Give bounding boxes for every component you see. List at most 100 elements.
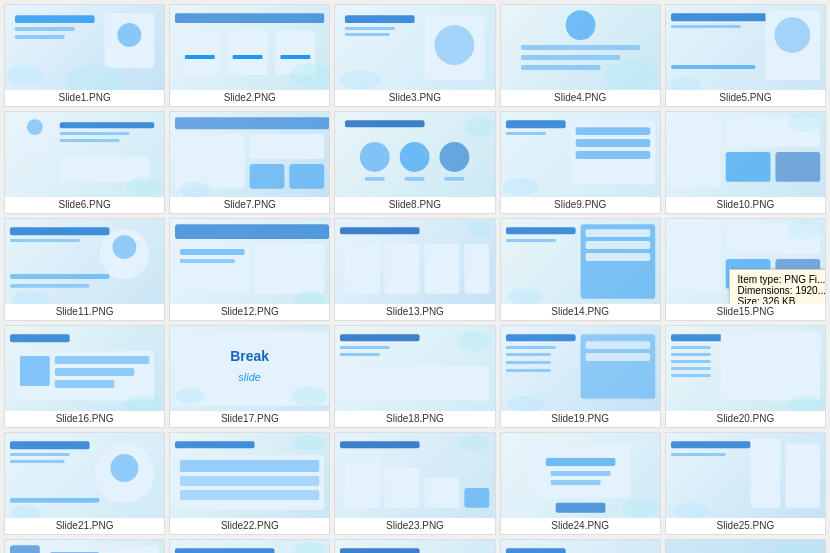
svg-rect-155 — [671, 441, 751, 448]
slide-item-26[interactable]: Slide26.PNG — [4, 539, 165, 553]
slide-item-18[interactable]: Slide18.PNG — [334, 325, 495, 428]
svg-point-25 — [605, 60, 655, 90]
svg-text:Break: Break — [230, 348, 269, 364]
slide-thumb-22 — [170, 433, 329, 518]
svg-point-170 — [295, 542, 325, 553]
slide-item-14[interactable]: Slide14.PNG — [500, 218, 661, 321]
svg-rect-72 — [175, 224, 329, 239]
slide-thumb-16 — [5, 326, 164, 411]
svg-rect-9 — [228, 30, 268, 75]
svg-point-148 — [460, 435, 490, 451]
svg-rect-149 — [530, 443, 630, 498]
slide-item-29[interactable]: Slide29.PNG — [500, 539, 661, 553]
svg-rect-36 — [60, 139, 120, 142]
slide-item-9[interactable]: Slide9.PNG — [500, 111, 661, 214]
slide-item-27[interactable]: Slide27.PNG — [169, 539, 330, 553]
svg-rect-117 — [506, 369, 551, 372]
svg-point-68 — [112, 235, 136, 259]
svg-point-154 — [622, 498, 658, 518]
svg-rect-76 — [180, 259, 235, 263]
svg-rect-110 — [340, 353, 380, 356]
svg-rect-50 — [405, 177, 425, 181]
svg-rect-43 — [290, 164, 325, 189]
svg-rect-147 — [465, 488, 490, 508]
slide-item-25[interactable]: Slide25.PNG — [665, 432, 826, 535]
slide-item-17[interactable]: BreakslideSlide17.PNG — [169, 325, 330, 428]
svg-rect-179 — [506, 548, 566, 553]
svg-rect-23 — [520, 55, 620, 60]
slide-item-2[interactable]: Slide2.PNG — [169, 4, 330, 107]
svg-point-20 — [340, 70, 380, 90]
svg-rect-51 — [445, 177, 465, 181]
svg-rect-98 — [20, 356, 50, 386]
slide-item-1[interactable]: Slide1.PNG — [4, 4, 165, 107]
slide-item-8[interactable]: Slide8.PNG — [334, 111, 495, 214]
slide-item-3[interactable]: Slide3.PNG — [334, 4, 495, 107]
slide-item-19[interactable]: Slide19.PNG — [500, 325, 661, 428]
svg-point-29 — [774, 17, 810, 53]
svg-point-142 — [295, 435, 325, 451]
slide-item-6[interactable]: Slide6.PNG — [4, 111, 165, 214]
svg-rect-150 — [545, 458, 615, 466]
slide-item-11[interactable]: Slide11.PNG — [4, 218, 165, 321]
svg-rect-145 — [385, 468, 420, 508]
slide-item-16[interactable]: Slide16.PNG — [4, 325, 165, 428]
slide-label-3: Slide3.PNG — [389, 90, 441, 106]
slide-thumb-23 — [335, 433, 494, 518]
slide-item-21[interactable]: Slide21.PNG — [4, 432, 165, 535]
slide-thumb-19 — [501, 326, 660, 411]
svg-rect-135 — [10, 498, 100, 503]
slide-label-14: Slide14.PNG — [551, 304, 609, 320]
slide-thumb-6 — [5, 112, 164, 197]
slide-label-23: Slide23.PNG — [386, 518, 444, 534]
slide-item-24[interactable]: Slide24.PNG — [500, 432, 661, 535]
slide-item-13[interactable]: Slide13.PNG — [334, 218, 495, 321]
svg-rect-125 — [671, 360, 711, 363]
svg-rect-42 — [250, 164, 285, 189]
svg-rect-75 — [180, 249, 245, 255]
svg-rect-99 — [55, 356, 150, 364]
slide-label-9: Slide9.PNG — [554, 197, 606, 213]
svg-rect-13 — [281, 55, 311, 59]
slide-thumb-9 — [501, 112, 660, 197]
slide-item-20[interactable]: Slide20.PNG — [665, 325, 826, 428]
svg-rect-151 — [550, 471, 610, 476]
slide-item-4[interactable]: Slide4.PNG — [500, 4, 661, 107]
slide-label-7: Slide7.PNG — [224, 197, 276, 213]
slide-item-15[interactable]: Item type: PNG Fi...Dimensions: 1920...S… — [665, 218, 826, 321]
slide-item-28[interactable]: Slide28.PNG — [334, 539, 495, 553]
slide-thumb-18 — [335, 326, 494, 411]
slide-label-15: Slide15.PNG — [716, 304, 774, 320]
slide-item-10[interactable]: Slide10.PNG — [665, 111, 826, 214]
svg-rect-146 — [425, 478, 460, 508]
slide-item-23[interactable]: Slide23.PNG — [334, 432, 495, 535]
slide-item-5[interactable]: Slide5.PNG — [665, 4, 826, 107]
slide-label-12: Slide12.PNG — [221, 304, 279, 320]
svg-rect-15 — [345, 15, 415, 23]
svg-rect-123 — [671, 346, 711, 349]
slide-item-7[interactable]: Slide7.PNG — [169, 111, 330, 214]
svg-rect-124 — [671, 353, 711, 356]
svg-point-47 — [400, 142, 430, 172]
svg-rect-66 — [10, 239, 80, 242]
svg-rect-82 — [465, 244, 490, 294]
svg-rect-156 — [671, 453, 726, 456]
svg-rect-17 — [345, 33, 390, 36]
svg-rect-1 — [15, 27, 75, 31]
svg-rect-137 — [175, 441, 255, 448]
slide-item-22[interactable]: Slide22.PNG — [169, 432, 330, 535]
slide-thumb-30: Thanks — [666, 540, 825, 553]
slide-label-16: Slide16.PNG — [56, 411, 114, 427]
slide-label-21: Slide21.PNG — [56, 518, 114, 534]
svg-point-136 — [10, 505, 40, 518]
svg-rect-132 — [10, 460, 65, 463]
svg-rect-108 — [340, 334, 420, 341]
slide-item-30[interactable]: ThanksSlide30.PNG — [665, 539, 826, 553]
svg-rect-128 — [721, 331, 820, 401]
slide-item-12[interactable]: Slide12.PNG — [169, 218, 330, 321]
slide-thumb-25 — [666, 433, 825, 518]
svg-rect-116 — [506, 361, 551, 364]
svg-rect-40 — [175, 134, 245, 189]
svg-rect-152 — [550, 480, 600, 485]
svg-rect-7 — [175, 13, 324, 23]
